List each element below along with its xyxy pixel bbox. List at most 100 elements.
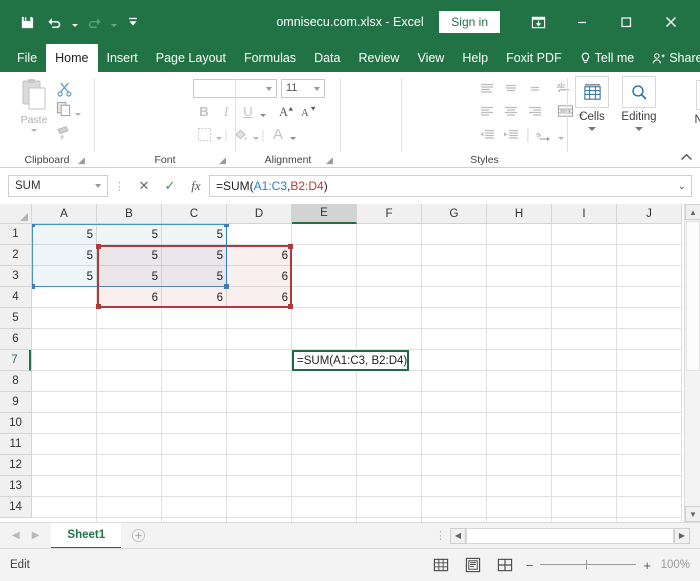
cell[interactable] <box>162 350 227 371</box>
editing-dropdown-icon[interactable] <box>635 127 643 131</box>
cell[interactable] <box>617 245 682 266</box>
cell[interactable] <box>422 224 487 245</box>
cell[interactable] <box>97 392 162 413</box>
cell[interactable] <box>292 371 357 392</box>
cell[interactable] <box>97 413 162 434</box>
cell[interactable] <box>487 476 552 497</box>
alignment-dialog-launcher[interactable]: ◢ <box>326 155 336 165</box>
cell[interactable] <box>422 329 487 350</box>
zoom-level-label[interactable]: 100% <box>658 559 690 571</box>
cell[interactable] <box>552 476 617 497</box>
bold-button[interactable]: B <box>193 101 215 122</box>
cell[interactable] <box>617 287 682 308</box>
italic-button[interactable]: I <box>215 101 237 122</box>
cell[interactable] <box>32 434 97 455</box>
cell[interactable] <box>227 350 292 371</box>
cell[interactable] <box>357 308 422 329</box>
column-header-g[interactable]: G <box>422 204 487 224</box>
column-header-h[interactable]: H <box>487 204 552 224</box>
cell[interactable] <box>422 245 487 266</box>
cell[interactable] <box>422 497 487 518</box>
tab-share[interactable]: Share <box>643 44 700 72</box>
sign-in-button[interactable]: Sign in <box>439 11 500 33</box>
column-header-j[interactable]: J <box>617 204 682 224</box>
cell[interactable] <box>292 413 357 434</box>
row-header-14[interactable]: 14 <box>0 497 31 518</box>
cell-area[interactable]: 5 5 5 5 5 5 6 5 5 5 6 6 6 6 =SUM(A1:C3, B2:D4) <box>32 224 682 522</box>
zoom-slider-handle[interactable] <box>586 560 588 569</box>
ribbon-display-options-icon[interactable] <box>516 7 560 37</box>
row-header-11[interactable]: 11 <box>0 434 31 455</box>
number-format-button[interactable]: % <box>696 80 700 110</box>
cell[interactable] <box>357 287 422 308</box>
column-header-c[interactable]: C <box>162 204 227 224</box>
horizontal-scrollbar[interactable]: ◀ ▶ <box>450 527 690 544</box>
row-header-10[interactable]: 10 <box>0 413 31 434</box>
cell[interactable] <box>422 350 487 371</box>
scroll-right-icon[interactable]: ▶ <box>674 527 690 544</box>
cell-b4[interactable]: 6 <box>97 287 162 308</box>
cell[interactable] <box>487 350 552 371</box>
cell[interactable] <box>487 413 552 434</box>
cell[interactable] <box>357 413 422 434</box>
cell[interactable] <box>487 287 552 308</box>
cell[interactable] <box>552 350 617 371</box>
cell[interactable] <box>357 224 422 245</box>
format-painter-button[interactable] <box>56 122 90 144</box>
cell[interactable] <box>487 434 552 455</box>
cell[interactable] <box>422 308 487 329</box>
row-header-5[interactable]: 5 <box>0 308 31 329</box>
column-header-i[interactable]: I <box>552 204 617 224</box>
cell[interactable] <box>617 371 682 392</box>
cell[interactable] <box>227 392 292 413</box>
cell-a1[interactable]: 5 <box>32 224 97 245</box>
row-header-8[interactable]: 8 <box>0 371 31 392</box>
cell[interactable] <box>552 434 617 455</box>
cell-d2[interactable]: 6 <box>227 245 292 266</box>
cell[interactable] <box>227 329 292 350</box>
cell[interactable] <box>162 392 227 413</box>
enter-formula-button[interactable]: ✓ <box>157 175 183 197</box>
customize-qat-icon[interactable] <box>120 9 146 35</box>
column-header-d[interactable]: D <box>227 204 292 224</box>
cell-c3[interactable]: 5 <box>162 266 227 287</box>
font-dialog-launcher[interactable]: ◢ <box>219 155 229 165</box>
cell[interactable] <box>357 455 422 476</box>
cell[interactable] <box>487 308 552 329</box>
cell-c4[interactable]: 6 <box>162 287 227 308</box>
cell[interactable] <box>617 224 682 245</box>
cell[interactable] <box>487 329 552 350</box>
cell[interactable] <box>617 350 682 371</box>
row-header-12[interactable]: 12 <box>0 455 31 476</box>
cell-b2[interactable]: 5 <box>97 245 162 266</box>
cell[interactable] <box>32 371 97 392</box>
cell[interactable] <box>162 497 227 518</box>
cell[interactable] <box>552 371 617 392</box>
cell-d3[interactable]: 6 <box>227 266 292 287</box>
cell[interactable] <box>617 392 682 413</box>
page-break-preview-icon[interactable] <box>494 555 516 575</box>
cell[interactable] <box>487 371 552 392</box>
cell[interactable] <box>162 434 227 455</box>
cell[interactable] <box>292 287 357 308</box>
cell[interactable] <box>97 329 162 350</box>
horizontal-scroll-track[interactable] <box>466 527 674 544</box>
cell[interactable] <box>97 476 162 497</box>
sheet-split-handle[interactable]: ⋮ <box>435 529 450 542</box>
cell[interactable] <box>32 455 97 476</box>
cell[interactable] <box>97 371 162 392</box>
cell[interactable] <box>357 476 422 497</box>
scroll-up-icon[interactable]: ▲ <box>685 204 700 220</box>
cells-button[interactable]: Cells <box>568 76 616 146</box>
cell[interactable] <box>487 455 552 476</box>
cell[interactable] <box>292 245 357 266</box>
tab-help[interactable]: Help <box>453 44 497 72</box>
cell[interactable] <box>97 434 162 455</box>
cell[interactable] <box>162 476 227 497</box>
cell[interactable] <box>32 413 97 434</box>
editing-button[interactable]: Editing <box>615 76 663 146</box>
cell[interactable] <box>422 455 487 476</box>
redo-dropdown-icon[interactable] <box>109 9 118 35</box>
tab-view[interactable]: View <box>408 44 453 72</box>
cell[interactable] <box>617 413 682 434</box>
